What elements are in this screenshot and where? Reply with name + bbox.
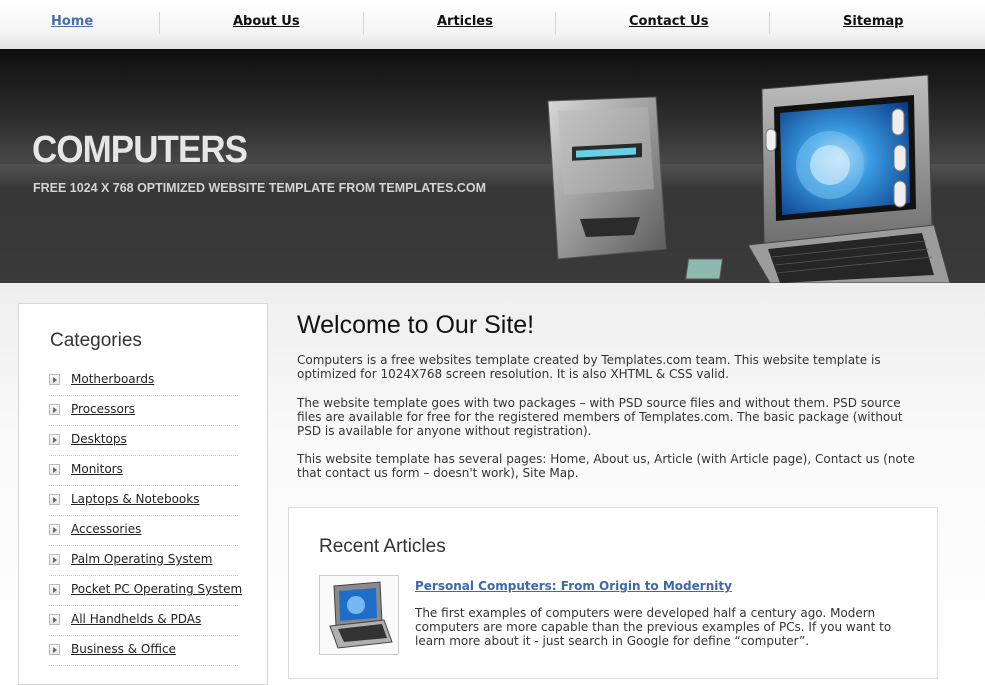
- categories-heading: Categories: [50, 330, 142, 351]
- laptop-devices-illustration: [547, 74, 950, 283]
- nav-divider: [555, 12, 556, 34]
- category-item: Laptops & Notebooks: [49, 486, 238, 516]
- arrow-bullet-icon: [49, 494, 60, 505]
- packages-paragraph: The website template goes with two packa…: [297, 396, 903, 438]
- article-thumbnail[interactable]: [319, 575, 399, 655]
- article-title-link[interactable]: Personal Computers: From Origin to Moder…: [415, 579, 732, 593]
- nav-articles-link[interactable]: Articles: [437, 14, 493, 29]
- category-item: Motherboards: [49, 366, 238, 396]
- header-banner: COMPUTERS FREE 1024 X 768 OPTIMIZED WEBS…: [0, 49, 985, 283]
- category-link-desktops[interactable]: Desktops: [71, 432, 127, 446]
- category-item: Palm Operating System: [49, 546, 238, 576]
- arrow-bullet-icon: [49, 614, 60, 625]
- categories-list: Motherboards Processors Desktops Monitor…: [49, 366, 242, 666]
- category-link-palm-os[interactable]: Palm Operating System: [71, 552, 212, 566]
- nav-home-link[interactable]: Home: [51, 14, 93, 29]
- recent-articles-heading: Recent Articles: [319, 536, 446, 557]
- nav-about-link[interactable]: About Us: [233, 14, 300, 29]
- category-link-motherboards[interactable]: Motherboards: [71, 372, 154, 386]
- nav-divider: [159, 12, 160, 34]
- arrow-bullet-icon: [49, 404, 60, 415]
- recent-articles-box: Recent Articles Personal Computers: From…: [288, 507, 938, 679]
- arrow-bullet-icon: [49, 524, 60, 535]
- laptop-thumbnail-icon: [329, 581, 393, 649]
- arrow-bullet-icon: [49, 464, 60, 475]
- category-link-accessories[interactable]: Accessories: [71, 522, 141, 536]
- arrow-bullet-icon: [49, 644, 60, 655]
- arrow-bullet-icon: [49, 434, 60, 445]
- nav-sitemap-link[interactable]: Sitemap: [843, 14, 903, 29]
- category-item: Pocket PC Operating System: [49, 576, 242, 606]
- banner-title: COMPUTERS: [32, 129, 248, 171]
- arrow-bullet-icon: [49, 554, 60, 565]
- top-nav: Home About Us Articles Contact Us Sitema…: [0, 0, 985, 50]
- arrow-bullet-icon: [49, 374, 60, 385]
- page-title: Welcome to Our Site!: [297, 311, 535, 339]
- categories-sidebar: Categories Motherboards Processors Deskt…: [18, 303, 268, 685]
- category-item: Desktops: [49, 426, 238, 456]
- category-item: Accessories: [49, 516, 238, 546]
- category-link-processors[interactable]: Processors: [71, 402, 135, 416]
- category-link-laptops[interactable]: Laptops & Notebooks: [71, 492, 199, 506]
- category-link-monitors[interactable]: Monitors: [71, 462, 123, 476]
- category-link-pocket-pc[interactable]: Pocket PC Operating System: [71, 582, 242, 596]
- category-link-handhelds[interactable]: All Handhelds & PDAs: [71, 612, 201, 626]
- category-item: Monitors: [49, 456, 238, 486]
- article-summary: The first examples of computers were dev…: [415, 606, 892, 648]
- nav-contact-link[interactable]: Contact Us: [629, 14, 708, 29]
- category-item: Business & Office: [49, 636, 238, 666]
- banner-subtitle: FREE 1024 X 768 OPTIMIZED WEBSITE TEMPLA…: [33, 180, 487, 195]
- nav-divider: [769, 12, 770, 34]
- intro-paragraph: Computers is a free websites template cr…: [297, 353, 881, 381]
- arrow-bullet-icon: [49, 584, 60, 595]
- category-link-business[interactable]: Business & Office: [71, 642, 176, 656]
- category-item: All Handhelds & PDAs: [49, 606, 238, 636]
- category-item: Processors: [49, 396, 238, 426]
- pages-paragraph: This website template has several pages:…: [297, 452, 915, 480]
- nav-divider: [363, 12, 364, 34]
